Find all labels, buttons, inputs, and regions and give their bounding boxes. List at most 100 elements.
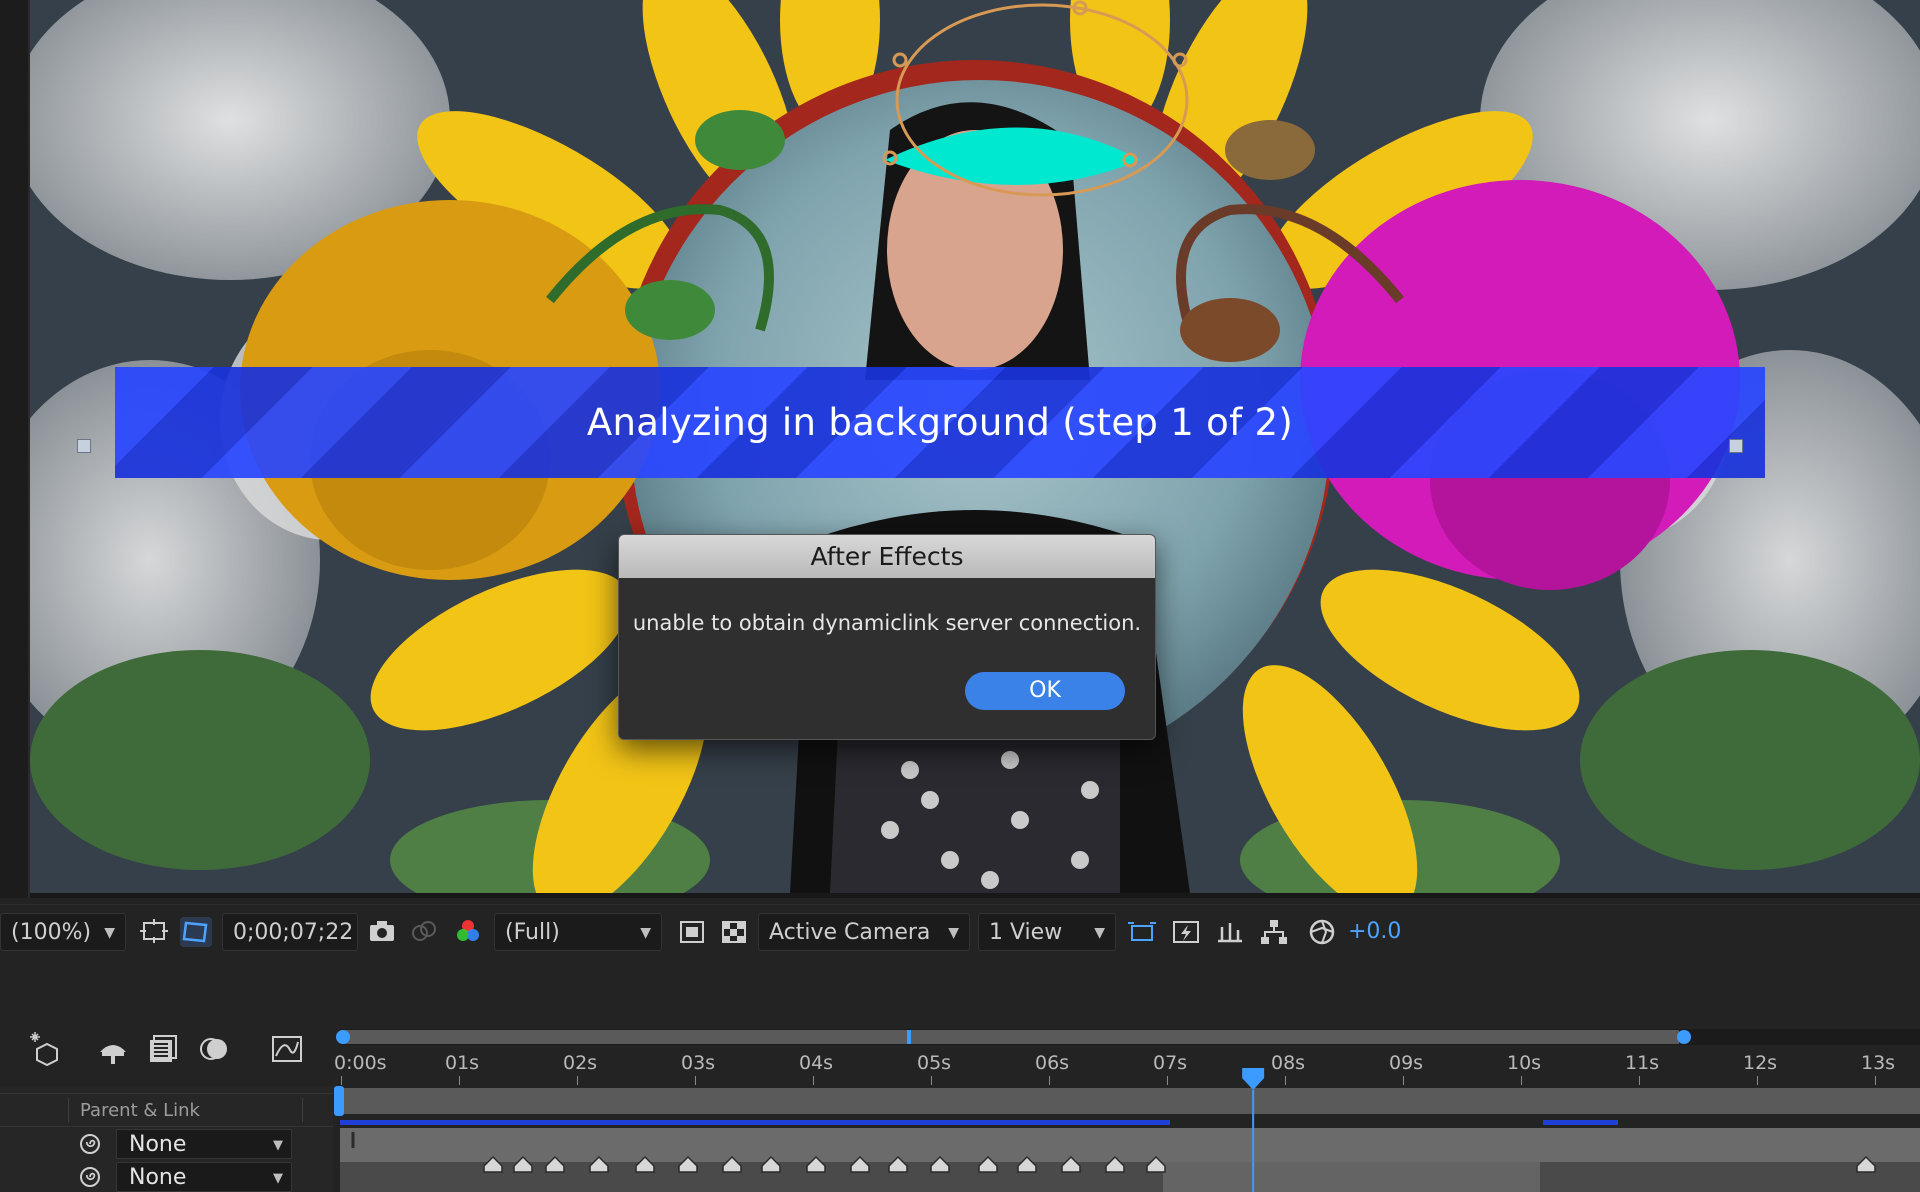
shy-layers-icon[interactable] bbox=[94, 1030, 132, 1068]
ruler-tick bbox=[1049, 1076, 1050, 1085]
ruler-tick bbox=[1403, 1076, 1404, 1085]
ruler-label: 10s bbox=[1507, 1052, 1542, 1074]
ruler-label: 02s bbox=[563, 1052, 598, 1074]
ruler-tick bbox=[341, 1076, 342, 1085]
exposure-reset-icon[interactable] bbox=[1306, 917, 1338, 947]
render-cache-bar bbox=[340, 1120, 1170, 1125]
parent-link-header-label: Parent & Link bbox=[80, 1100, 200, 1121]
ruler-label: 11s bbox=[1625, 1052, 1660, 1074]
time-navigator-start-handle[interactable] bbox=[336, 1030, 350, 1044]
layer-bar[interactable] bbox=[340, 1162, 1920, 1192]
graph-editor-icon[interactable] bbox=[268, 1030, 306, 1068]
ruler-tick bbox=[1875, 1076, 1876, 1085]
timeline-icon[interactable] bbox=[1214, 917, 1246, 947]
show-snapshot-icon[interactable] bbox=[408, 917, 440, 947]
ruler-tick bbox=[1521, 1076, 1522, 1085]
chevron-down-icon: ▼ bbox=[104, 925, 115, 941]
ruler-tick bbox=[695, 1076, 696, 1085]
draft-3d-icon[interactable] bbox=[28, 1030, 66, 1068]
chevron-down-icon: ▼ bbox=[640, 925, 651, 941]
dialog-message: unable to obtain dynamiclink server conn… bbox=[632, 611, 1142, 635]
ruler-label: 05s bbox=[917, 1052, 952, 1074]
composition-viewer: Analyzing in background (step 1 of 2) Af… bbox=[0, 0, 1920, 898]
region-of-interest-icon[interactable] bbox=[676, 917, 708, 947]
analysis-progress-text: Analyzing in background (step 1 of 2) bbox=[586, 401, 1294, 444]
roi-icon[interactable] bbox=[138, 917, 170, 947]
dialog-title: After Effects bbox=[619, 535, 1155, 578]
resolution-value: (Full) bbox=[505, 920, 560, 945]
parent-dropdown[interactable]: None ▼ bbox=[116, 1129, 292, 1159]
time-navigator-range[interactable] bbox=[341, 1030, 1679, 1044]
ruler-tick bbox=[1757, 1076, 1758, 1085]
layer-row: None ▼ bbox=[0, 1128, 333, 1160]
composition-canvas[interactable]: Analyzing in background (step 1 of 2) bbox=[30, 0, 1920, 893]
camera-dropdown[interactable]: Active Camera ▼ bbox=[758, 913, 970, 951]
ruler-tick bbox=[1285, 1076, 1286, 1085]
time-graph-canvas bbox=[334, 1029, 1920, 1192]
flowchart-icon[interactable] bbox=[1258, 917, 1290, 947]
chevron-down-icon: ▼ bbox=[273, 1171, 283, 1186]
alert-dialog: After Effects unable to obtain dynamicli… bbox=[618, 534, 1156, 740]
timecode-value: 0;00;07;22 bbox=[233, 920, 354, 945]
layer-bar-active-range bbox=[1163, 1162, 1540, 1192]
time-graph[interactable] bbox=[333, 1020, 1920, 1192]
chevron-down-icon: ▼ bbox=[273, 1138, 283, 1153]
ruler-tick bbox=[459, 1076, 460, 1085]
ruler-label: 08s bbox=[1271, 1052, 1306, 1074]
banner-right-handle[interactable] bbox=[1729, 439, 1743, 453]
ruler-label: 13s bbox=[1861, 1052, 1896, 1074]
magnification-dropdown[interactable]: (100%) ▼ bbox=[0, 913, 126, 951]
ruler-label: 03s bbox=[681, 1052, 716, 1074]
layer-row: None ▼ bbox=[0, 1161, 333, 1192]
color-channel-icon[interactable] bbox=[452, 917, 484, 947]
parent-value: None bbox=[129, 1132, 187, 1157]
time-navigator-playhead bbox=[907, 1030, 911, 1044]
pick-whip-icon[interactable] bbox=[78, 1165, 102, 1189]
chevron-down-icon: ▼ bbox=[1094, 925, 1105, 941]
column-separator bbox=[302, 1098, 303, 1122]
column-separator bbox=[68, 1098, 69, 1122]
view-layout-value: 1 View bbox=[989, 920, 1063, 945]
snapshot-icon[interactable] bbox=[366, 917, 398, 947]
banner-left-handle[interactable] bbox=[77, 439, 91, 453]
camera-value: Active Camera bbox=[769, 920, 931, 945]
render-cache-bar bbox=[1543, 1120, 1618, 1125]
ruler-label: 01s bbox=[445, 1052, 480, 1074]
timeline-switches bbox=[20, 1030, 320, 1074]
work-area-start-handle[interactable] bbox=[334, 1086, 344, 1116]
ruler-label: 0:00s bbox=[334, 1052, 387, 1074]
ruler-tick bbox=[813, 1076, 814, 1085]
ruler-tick bbox=[577, 1076, 578, 1085]
pick-whip-icon[interactable] bbox=[78, 1132, 102, 1156]
chevron-down-icon: ▼ bbox=[948, 925, 959, 941]
analysis-progress-banner: Analyzing in background (step 1 of 2) bbox=[115, 367, 1765, 478]
parent-value: None bbox=[129, 1165, 187, 1190]
ruler-tick bbox=[1167, 1076, 1168, 1085]
resolution-dropdown[interactable]: (Full) ▼ bbox=[494, 913, 662, 951]
work-area-bar[interactable] bbox=[340, 1088, 1920, 1114]
motion-blur-icon[interactable] bbox=[196, 1030, 234, 1068]
toggle-pixel-aspect-icon[interactable] bbox=[1126, 917, 1158, 947]
transparency-grid-icon[interactable] bbox=[718, 917, 750, 947]
mask-visibility-icon[interactable] bbox=[180, 917, 212, 947]
timecode-display[interactable]: 0;00;07;22 bbox=[222, 913, 358, 951]
time-navigator-end-handle[interactable] bbox=[1677, 1030, 1691, 1044]
viewer-toolbar: (100%) ▼ 0;00;07;22 (Full) ▼ Active Came… bbox=[0, 904, 1920, 958]
ruler-label: 09s bbox=[1389, 1052, 1424, 1074]
ruler-tick bbox=[931, 1076, 932, 1085]
ruler-label: 06s bbox=[1035, 1052, 1070, 1074]
exposure-value[interactable]: +0.0 bbox=[1348, 913, 1401, 951]
ruler-tick bbox=[1639, 1076, 1640, 1085]
view-layout-dropdown[interactable]: 1 View ▼ bbox=[978, 913, 1116, 951]
frame-blending-icon[interactable] bbox=[144, 1030, 182, 1068]
parent-dropdown[interactable]: None ▼ bbox=[116, 1162, 292, 1192]
ruler-label: 04s bbox=[799, 1052, 834, 1074]
ruler-label: 12s bbox=[1743, 1052, 1778, 1074]
ok-button[interactable]: OK bbox=[965, 672, 1125, 710]
fast-previews-icon[interactable] bbox=[1170, 917, 1202, 947]
layer-bar[interactable] bbox=[340, 1128, 1920, 1162]
parent-link-column-header: Parent & Link bbox=[0, 1093, 333, 1127]
panel-edge bbox=[0, 0, 30, 898]
ruler-label: 07s bbox=[1153, 1052, 1188, 1074]
magnification-value: (100%) bbox=[11, 920, 92, 945]
